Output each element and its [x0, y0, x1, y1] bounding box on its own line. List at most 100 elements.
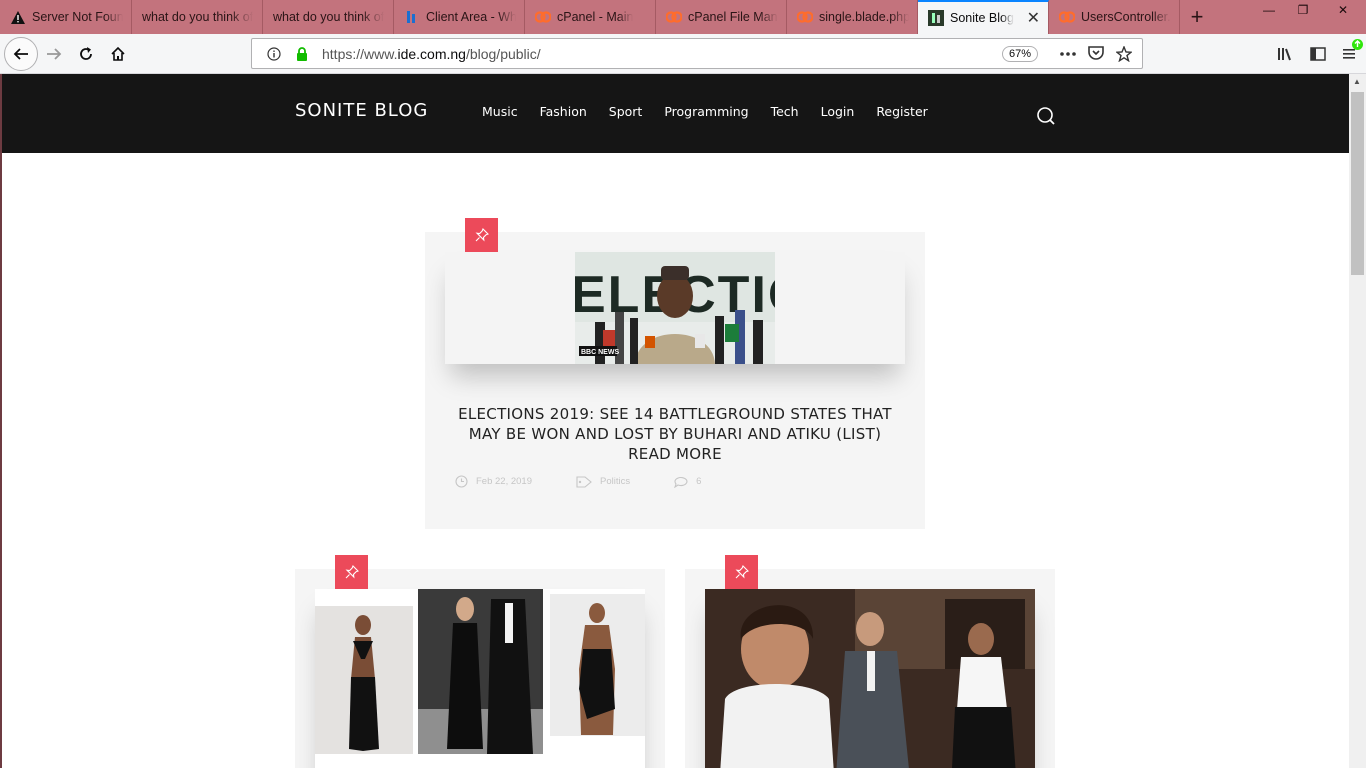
- post-photo-royals: [705, 589, 1035, 768]
- tab-label: Client Area - Wh: [426, 10, 516, 24]
- page-scrollbar[interactable]: ▲: [1349, 74, 1366, 768]
- bookmark-star-icon[interactable]: [1112, 42, 1136, 66]
- reload-icon: [80, 46, 92, 60]
- nav-link-fashion[interactable]: Fashion: [540, 104, 587, 119]
- url-bar[interactable]: https://www.ide.com.ng/blog/public/ 67%: [251, 38, 1143, 69]
- read-more-link[interactable]: READ MORE: [445, 444, 905, 464]
- tab-what-do-you-think-1[interactable]: what do you think of: [132, 0, 263, 34]
- pocket-icon[interactable]: [1084, 42, 1108, 66]
- tab-label: what do you think of: [273, 10, 385, 24]
- tab-label: what do you think of: [142, 10, 254, 24]
- post-card: [685, 569, 1055, 768]
- sidebar-button[interactable]: [1302, 38, 1334, 70]
- cpanel-icon: [1059, 9, 1075, 25]
- url-path: /blog/public/: [465, 45, 541, 62]
- lock-icon[interactable]: [290, 42, 314, 66]
- search-icon: [1037, 107, 1055, 125]
- forward-button[interactable]: [38, 38, 70, 70]
- new-tab-button[interactable]: +: [1180, 0, 1214, 34]
- post-comments[interactable]: 6: [674, 476, 723, 488]
- post-photo-election: ELECTIO BBC NEWS: [575, 252, 775, 364]
- post-date-text: Feb 22, 2019: [476, 476, 532, 487]
- tab-label: cPanel File Mana: [688, 10, 778, 24]
- pin-badge: [465, 218, 498, 252]
- tab-label: cPanel - Main: [557, 10, 634, 24]
- tab-label: Server Not Found: [32, 10, 123, 24]
- tab-label: Sonite Blog: [950, 11, 1014, 25]
- post-title-line: ELECTIONS 2019: SEE 14 BATTLEGROUND STAT…: [458, 405, 892, 423]
- post-image[interactable]: ELECTIO BBC NEWS: [445, 252, 905, 364]
- client-area-icon: [404, 9, 420, 25]
- site-header: SONITE BLOG Music Fashion Sport Programm…: [2, 74, 1349, 153]
- library-button[interactable]: [1270, 38, 1302, 70]
- pin-badge: [335, 555, 368, 589]
- sidebar-icon: [1310, 47, 1326, 61]
- nav-link-music[interactable]: Music: [482, 104, 518, 119]
- info-icon[interactable]: [262, 42, 286, 66]
- pin-badge: [725, 555, 758, 589]
- minimize-button[interactable]: —: [1252, 0, 1286, 20]
- post-meta: Feb 22, 2019 Politics 6: [455, 475, 745, 488]
- clock-icon: [455, 475, 468, 488]
- tab-cpanel-file-manager[interactable]: cPanel File Mana: [656, 0, 787, 34]
- post-card: [295, 569, 665, 768]
- pin-icon: [345, 565, 359, 579]
- toolbar-right: [1270, 38, 1366, 70]
- home-icon: [111, 46, 125, 61]
- nav-link-register[interactable]: Register: [876, 104, 927, 119]
- comment-icon: [674, 476, 688, 488]
- post-title[interactable]: ELECTIONS 2019: SEE 14 BATTLEGROUND STAT…: [445, 404, 905, 464]
- forward-arrow-icon: [47, 47, 62, 60]
- url-text[interactable]: https://www.ide.com.ng/blog/public/: [322, 46, 1002, 62]
- tab-client-area[interactable]: Client Area - Wh: [394, 0, 525, 34]
- scrollbar-thumb[interactable]: [1351, 92, 1364, 275]
- post-category-text: Politics: [600, 476, 631, 487]
- sonite-favicon: [928, 10, 944, 26]
- site-nav: Music Fashion Sport Programming Tech Log…: [482, 104, 950, 119]
- nav-link-tech[interactable]: Tech: [771, 104, 799, 119]
- url-domain: ide.com.ng: [397, 45, 466, 62]
- tab-users-controller[interactable]: UsersController.p: [1049, 0, 1180, 34]
- update-badge-icon: [1352, 39, 1363, 50]
- tab-label: UsersController.p: [1081, 10, 1171, 24]
- page-viewport: SONITE BLOG Music Fashion Sport Programm…: [0, 74, 1366, 768]
- nav-link-login[interactable]: Login: [821, 104, 855, 119]
- restore-button[interactable]: ❐: [1286, 0, 1320, 20]
- library-icon: [1278, 48, 1291, 61]
- nav-link-programming[interactable]: Programming: [664, 104, 748, 119]
- post-image[interactable]: [315, 589, 645, 768]
- tab-cpanel-main[interactable]: cPanel - Main: [525, 0, 656, 34]
- reload-button[interactable]: [70, 38, 102, 70]
- warning-icon: [10, 9, 26, 25]
- tab-server-not-found[interactable]: Server Not Found: [0, 0, 132, 34]
- tag-icon: [576, 475, 592, 488]
- zoom-indicator[interactable]: 67%: [1001, 45, 1038, 62]
- page-actions-icon[interactable]: [1056, 42, 1080, 66]
- pin-icon: [735, 565, 749, 579]
- window-close-button[interactable]: ✕: [1320, 0, 1366, 20]
- post-category[interactable]: Politics: [576, 475, 652, 488]
- pin-icon: [475, 228, 489, 242]
- home-button[interactable]: [102, 38, 134, 70]
- image-logo-text: BBC NEWS: [581, 349, 619, 356]
- tab-sonite-blog[interactable]: Sonite Blog ✕: [918, 0, 1049, 34]
- tab-single-blade[interactable]: single.blade.php: [787, 0, 918, 34]
- post-title-line: MAY BE WON AND LOST BY BUHARI AND ATIKU …: [468, 425, 882, 443]
- tab-strip: Server Not Found what do you think of wh…: [0, 0, 1366, 34]
- post-comments-count: 6: [696, 476, 702, 487]
- nav-link-sport[interactable]: Sport: [609, 104, 643, 119]
- post-card: ELECTIO BBC NEWS ELECTIONS 2019: SEE 14 …: [425, 232, 925, 529]
- scroll-up-arrow-icon[interactable]: ▲: [1353, 77, 1361, 86]
- tab-label: single.blade.php: [819, 10, 909, 24]
- close-icon[interactable]: ✕: [1021, 8, 1040, 28]
- post-photo-fashion: [315, 589, 645, 754]
- cpanel-icon: [797, 9, 813, 25]
- cpanel-icon: [666, 9, 682, 25]
- window-controls: — ❐ ✕: [1252, 0, 1366, 20]
- tab-what-do-you-think-2[interactable]: what do you think of: [263, 0, 394, 34]
- back-button[interactable]: [4, 36, 38, 71]
- site-search-button[interactable]: [1036, 106, 1056, 126]
- site-brand[interactable]: SONITE BLOG: [295, 100, 428, 121]
- menu-button[interactable]: [1334, 38, 1366, 70]
- post-image[interactable]: [705, 589, 1035, 768]
